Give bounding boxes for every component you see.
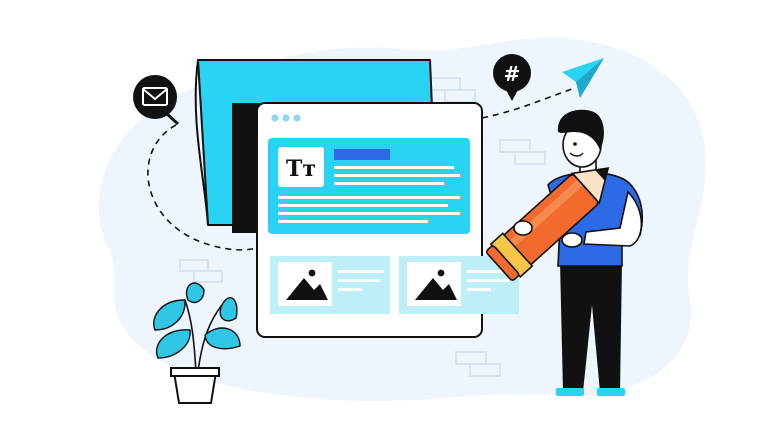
pot-rim [170,367,220,377]
shoe-left [556,388,584,396]
illustration-canvas: Tт # [98,37,706,404]
illustration-scene: Tт # [0,0,768,427]
leaf [185,282,205,304]
hand-lower [561,232,583,248]
eye [573,142,577,146]
hand-upper [513,220,533,236]
mail-bubble [133,75,180,126]
hashtag-icon: # [504,62,521,86]
window-dots-icon [271,114,301,122]
shoe-right [597,388,625,396]
headline-bar [334,149,390,160]
typography-icon: Tт [286,156,316,182]
